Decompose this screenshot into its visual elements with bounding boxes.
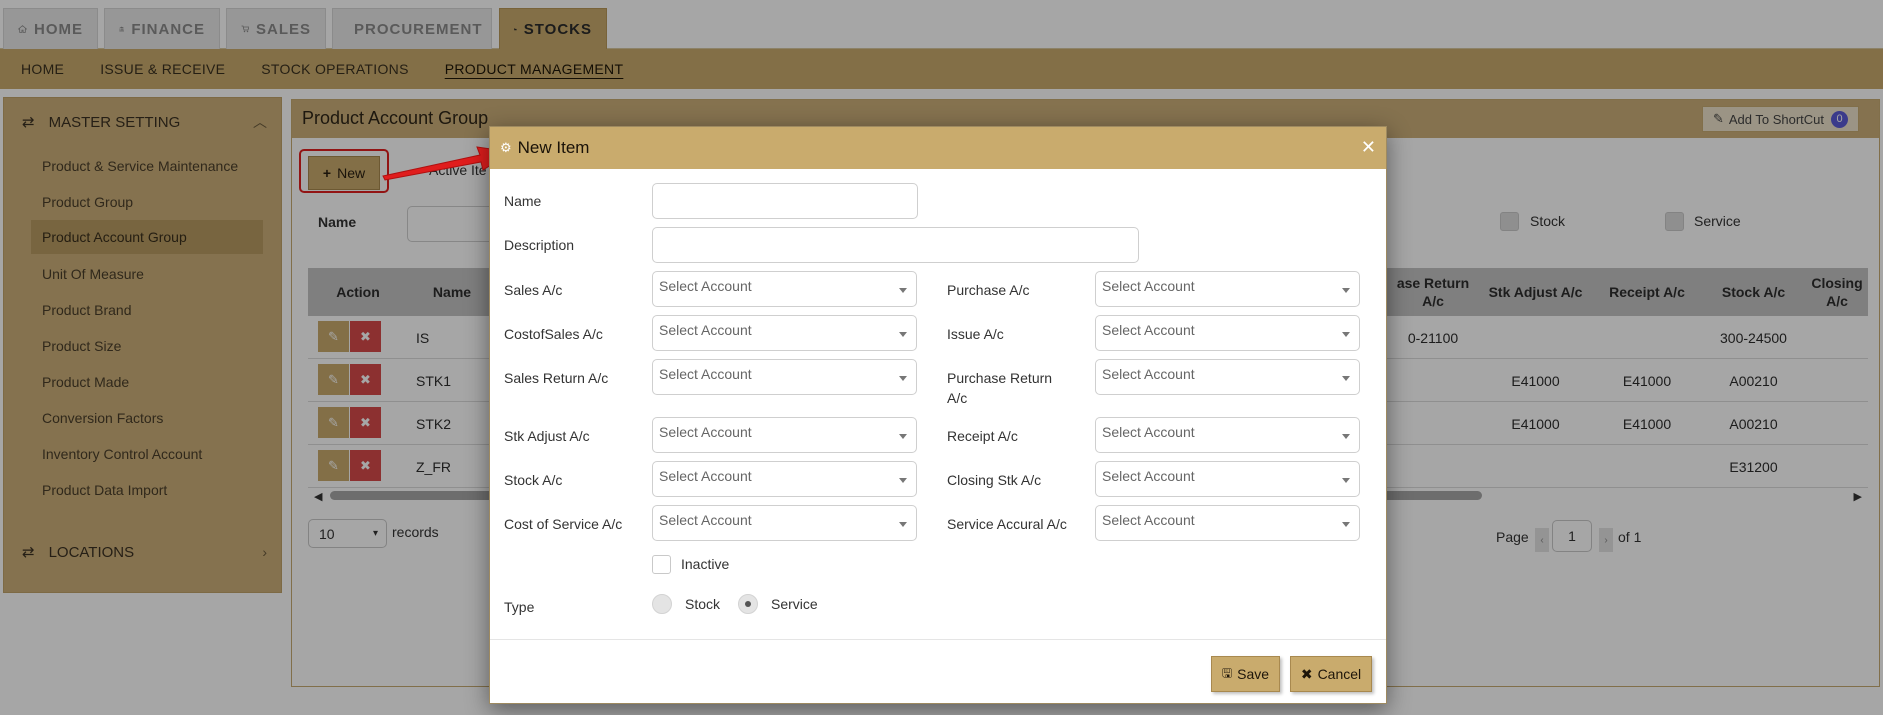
service-accural-account-select[interactable]: Select Account xyxy=(1095,505,1360,541)
service-accural-account-value: Select Account xyxy=(1102,512,1195,528)
type-stock-radio[interactable] xyxy=(652,594,672,614)
dialog-title: New Item xyxy=(517,138,590,157)
stock-account-label: Stock A/c xyxy=(504,472,563,488)
name-input[interactable] xyxy=(652,183,918,219)
gear-icon: ⚙ xyxy=(500,140,512,155)
purchase-return-account-label: Purchase Return A/c xyxy=(947,370,1053,406)
stk-adjust-account-value: Select Account xyxy=(659,424,752,440)
close-icon[interactable]: ✕ xyxy=(1361,137,1376,158)
caret-down-icon xyxy=(1342,522,1350,527)
issue-account-value: Select Account xyxy=(1102,322,1195,338)
sales-return-account-select[interactable]: Select Account xyxy=(652,359,917,395)
dialog-footer-divider xyxy=(490,639,1386,640)
caret-down-icon xyxy=(1342,478,1350,483)
issue-account-select[interactable]: Select Account xyxy=(1095,315,1360,351)
caret-down-icon xyxy=(899,332,907,337)
new-item-dialog: ⚙ New Item ✕ Name Description Sales A/c … xyxy=(489,126,1387,704)
purchase-return-account-select[interactable]: Select Account xyxy=(1095,359,1360,395)
stock-account-select[interactable]: Select Account xyxy=(652,461,917,497)
receipt-account-select[interactable]: Select Account xyxy=(1095,417,1360,453)
cost-of-service-account-value: Select Account xyxy=(659,512,752,528)
type-stock-label: Stock xyxy=(685,596,721,612)
receipt-account-value: Select Account xyxy=(1102,424,1195,440)
sales-return-account-value: Select Account xyxy=(659,366,752,382)
type-service-label: Service xyxy=(771,596,818,612)
purchase-account-value: Select Account xyxy=(1102,278,1195,294)
closing-stk-account-select[interactable]: Select Account xyxy=(1095,461,1360,497)
purchase-return-account-value: Select Account xyxy=(1102,366,1195,382)
close-icon: ✖ xyxy=(1300,665,1313,682)
caret-down-icon xyxy=(899,478,907,483)
caret-down-icon xyxy=(899,288,907,293)
save-button-label: Save xyxy=(1237,666,1270,682)
purchase-account-select[interactable]: Select Account xyxy=(1095,271,1360,307)
issue-account-label: Issue A/c xyxy=(947,326,1004,342)
name-label: Name xyxy=(504,193,542,209)
caret-down-icon xyxy=(1342,434,1350,439)
description-input[interactable] xyxy=(652,227,1139,263)
stk-adjust-account-label: Stk Adjust A/c xyxy=(504,428,590,444)
closing-stk-account-label: Closing Stk A/c xyxy=(947,472,1042,488)
cost-of-sales-account-label: CostofSales A/c xyxy=(504,326,603,342)
caret-down-icon xyxy=(899,522,907,527)
sales-account-select[interactable]: Select Account xyxy=(652,271,917,307)
description-label: Description xyxy=(504,237,575,253)
sales-account-value: Select Account xyxy=(659,278,752,294)
closing-stk-account-value: Select Account xyxy=(1102,468,1195,484)
inactive-label: Inactive xyxy=(681,556,730,572)
purchase-account-label: Purchase A/c xyxy=(947,282,1030,298)
cost-of-service-account-select[interactable]: Select Account xyxy=(652,505,917,541)
cancel-button[interactable]: ✖ Cancel xyxy=(1290,656,1372,692)
sales-account-label: Sales A/c xyxy=(504,282,563,298)
save-button[interactable]: 🖫 Save xyxy=(1211,656,1280,692)
caret-down-icon xyxy=(899,376,907,381)
type-service-radio[interactable] xyxy=(738,594,758,614)
caret-down-icon xyxy=(1342,376,1350,381)
cost-of-service-account-label: Cost of Service A/c xyxy=(504,516,623,532)
cost-of-sales-account-select[interactable]: Select Account xyxy=(652,315,917,351)
stock-account-value: Select Account xyxy=(659,468,752,484)
cancel-button-label: Cancel xyxy=(1317,666,1362,682)
sales-return-account-label: Sales Return A/c xyxy=(504,370,609,386)
inactive-checkbox[interactable] xyxy=(652,555,671,574)
caret-down-icon xyxy=(1342,288,1350,293)
floppy-icon: 🖫 xyxy=(1221,665,1233,680)
caret-down-icon xyxy=(1342,332,1350,337)
caret-down-icon xyxy=(899,434,907,439)
service-accural-account-label: Service Accural A/c xyxy=(947,516,1067,532)
cost-of-sales-account-value: Select Account xyxy=(659,322,752,338)
dialog-header: ⚙ New Item xyxy=(490,127,1386,169)
receipt-account-label: Receipt A/c xyxy=(947,428,1018,444)
type-label: Type xyxy=(504,599,535,615)
stk-adjust-account-select[interactable]: Select Account xyxy=(652,417,917,453)
